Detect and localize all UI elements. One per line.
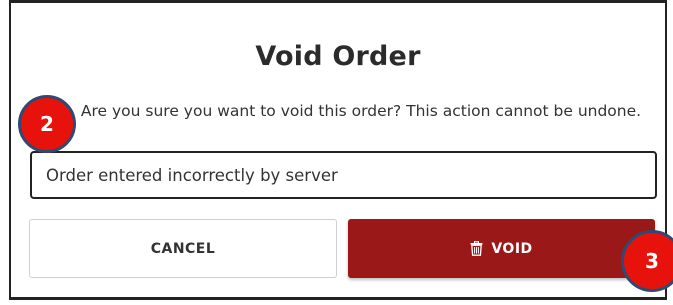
step-2-badge: 2 bbox=[18, 95, 76, 153]
void-button[interactable]: VOID bbox=[348, 219, 655, 278]
trash-icon bbox=[470, 240, 483, 256]
dialog-title: Void Order bbox=[255, 41, 421, 72]
void-button-label: VOID bbox=[491, 240, 533, 257]
void-reason-input[interactable] bbox=[30, 151, 657, 199]
screenshot-frame: Void Order Are you sure you want to void… bbox=[0, 0, 673, 305]
cancel-button[interactable]: CANCEL bbox=[29, 219, 337, 278]
dialog-message: Are you sure you want to void this order… bbox=[80, 102, 642, 120]
cancel-button-label: CANCEL bbox=[150, 240, 216, 257]
